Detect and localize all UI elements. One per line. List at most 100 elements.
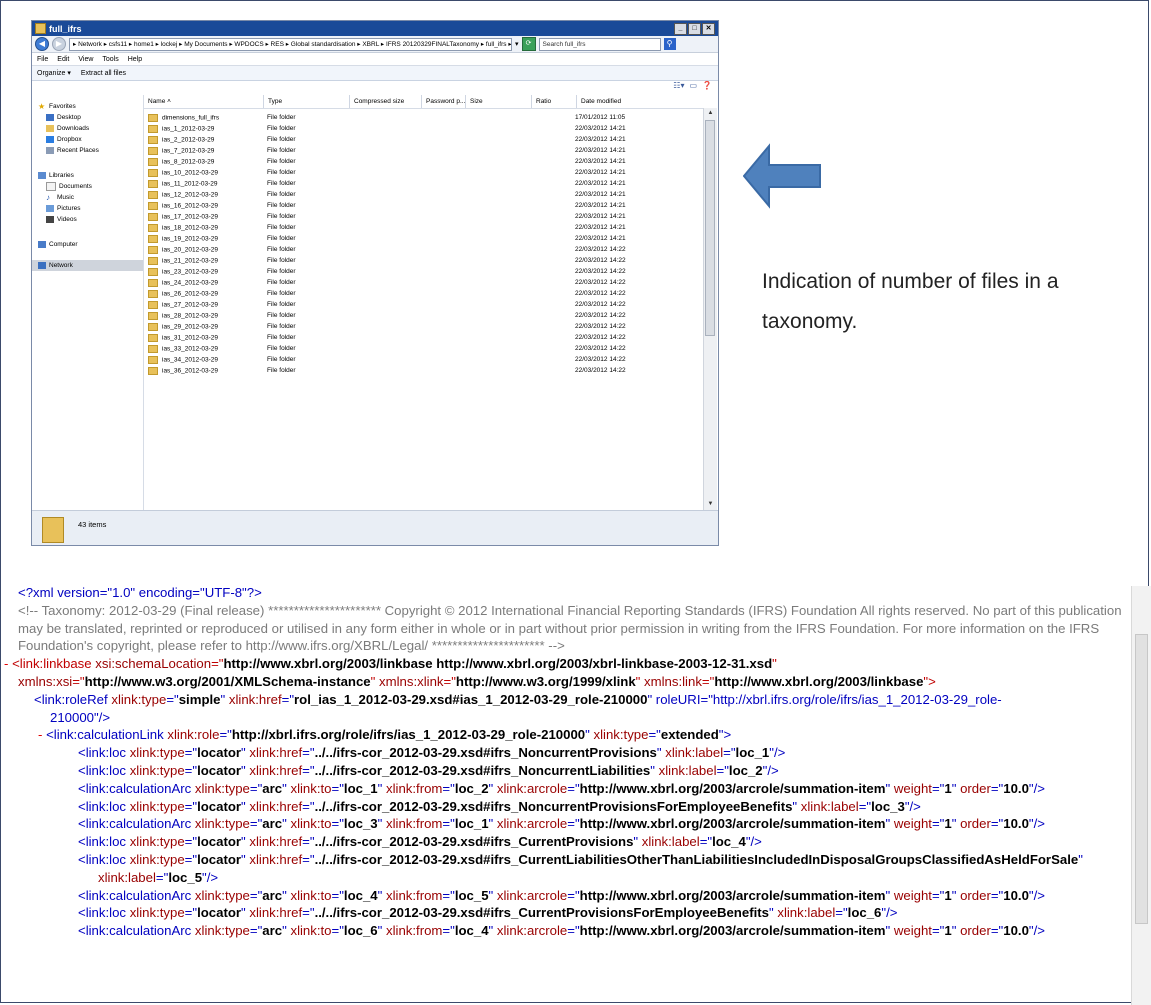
nav-libraries[interactable]: Libraries [32, 170, 143, 181]
file-name: ias_18_2012-03-29 [144, 223, 263, 232]
nav-dropbox[interactable]: Dropbox [32, 134, 143, 145]
file-row[interactable]: ias_23_2012-03-29 File folder 22/03/2012 1… [144, 266, 703, 277]
nav-network[interactable]: Network [32, 260, 143, 271]
file-row[interactable]: ias_2_2012-03-29 File folder 22/03/2012 14… [144, 134, 703, 145]
chevron-down-icon[interactable]: ▾ [515, 40, 519, 48]
file-row[interactable]: ias_12_2012-03-29 File folder 22/03/2012 1… [144, 189, 703, 200]
column-date-modified[interactable]: Date modified [577, 95, 661, 108]
column-ratio[interactable]: Ratio [532, 95, 577, 108]
file-date: 17/01/2012 11:05 [575, 114, 626, 121]
file-row[interactable]: ias_18_2012-03-29 File folder 22/03/2012 1… [144, 222, 703, 233]
file-name: ias_7_2012-03-29 [144, 146, 263, 155]
file-date: 22/03/2012 14:22 [575, 345, 626, 352]
file-row[interactable]: ias_21_2012-03-29 File folder 22/03/2012 1… [144, 255, 703, 266]
scroll-up-icon[interactable]: ▲ [704, 108, 717, 119]
scrollbar-thumb[interactable] [705, 120, 715, 336]
file-row[interactable]: ias_24_2012-03-29 File folder 22/03/2012 1… [144, 277, 703, 288]
column-name[interactable]: Name ˄ [144, 95, 264, 108]
vertical-scrollbar[interactable]: ▲ ▼ [703, 108, 717, 510]
file-row[interactable]: ias_33_2012-03-29 File folder 22/03/2012 1… [144, 343, 703, 354]
file-row[interactable]: ias_19_2012-03-29 File folder 22/03/2012 1… [144, 233, 703, 244]
file-row[interactable]: ias_17_2012-03-29 File folder 22/03/2012 1… [144, 211, 703, 222]
xml-scrollbar-thumb[interactable] [1135, 634, 1148, 924]
menu-file[interactable]: File [37, 56, 48, 63]
address-bar[interactable]: ▸ Network ▸ csfs11 ▸ home1 ▸ lockej ▸ My… [69, 37, 512, 51]
file-date: 22/03/2012 14:21 [575, 180, 626, 187]
nav-recent-places[interactable]: Recent Places [32, 145, 143, 156]
left-arrow-icon [743, 143, 821, 209]
file-row[interactable]: ias_29_2012-03-29 File folder 22/03/2012 1… [144, 321, 703, 332]
file-name: ias_17_2012-03-29 [144, 212, 263, 221]
star-icon: ★ [38, 102, 46, 111]
file-row[interactable]: ias_1_2012-03-29 File folder 22/03/2012 14… [144, 123, 703, 134]
xml-calculationlink[interactable]: - <link:calculationLink xlink:role="http… [4, 726, 1124, 744]
file-name: ias_8_2012-03-29 [144, 157, 263, 166]
annotation-text: Indication of number of files in a taxon… [762, 270, 1059, 333]
file-type: File folder [267, 367, 296, 374]
file-row[interactable]: ias_20_2012-03-29 File folder 22/03/2012 1… [144, 244, 703, 255]
file-row[interactable]: ias_10_2012-03-29 File folder 22/03/2012 1… [144, 167, 703, 178]
file-name: ias_27_2012-03-29 [144, 300, 263, 309]
scroll-down-icon[interactable]: ▼ [704, 499, 717, 510]
file-name: ias_19_2012-03-29 [144, 234, 263, 243]
nav-music[interactable]: ♪ Music [32, 192, 143, 203]
menu-help[interactable]: Help [128, 56, 142, 63]
view-options-icon[interactable]: ☷▾ [673, 81, 684, 90]
maximize-button[interactable]: □ [688, 23, 701, 35]
file-type: File folder [267, 136, 296, 143]
file-row[interactable]: ias_8_2012-03-29 File folder 22/03/2012 14… [144, 156, 703, 167]
nav-desktop[interactable]: Desktop [32, 112, 143, 123]
file-date: 22/03/2012 14:22 [575, 367, 626, 374]
xml-scrollbar[interactable] [1131, 586, 1151, 1005]
file-row[interactable]: ias_36_2012-03-29 File folder 22/03/2012 1… [144, 365, 703, 376]
preview-pane-icon[interactable]: ▭ [689, 81, 697, 90]
folder-icon [148, 267, 158, 276]
minimize-button[interactable]: _ [674, 23, 687, 35]
file-row[interactable]: ias_11_2012-03-29 File folder 22/03/2012 1… [144, 178, 703, 189]
xml-line: <link:calculationArc xlink:type="arc" xl… [78, 780, 1045, 796]
file-row[interactable]: ias_28_2012-03-29 File folder 22/03/2012 1… [144, 310, 703, 321]
column-password[interactable]: Password p... [422, 95, 466, 108]
nav-pictures[interactable]: Pictures [32, 203, 143, 214]
file-date: 22/03/2012 14:22 [575, 246, 626, 253]
nav-downloads[interactable]: Downloads [32, 123, 143, 134]
file-row[interactable]: ias_31_2012-03-29 File folder 22/03/2012 1… [144, 332, 703, 343]
computer-icon [38, 241, 46, 248]
file-row[interactable]: ias_7_2012-03-29 File folder 22/03/2012 14… [144, 145, 703, 156]
close-button[interactable]: ✕ [702, 23, 715, 35]
search-input[interactable]: Search full_ifrs [538, 37, 661, 51]
file-row[interactable]: ias_16_2012-03-29 File folder 22/03/2012 1… [144, 200, 703, 211]
column-size[interactable]: Size [466, 95, 532, 108]
nav-documents[interactable]: Documents [32, 181, 143, 192]
nav-computer[interactable]: Computer [32, 239, 143, 250]
menu-bar: File Edit View Tools Help [32, 53, 718, 66]
search-icon[interactable]: ⚲ [663, 38, 676, 50]
menu-view[interactable]: View [78, 56, 93, 63]
menu-edit[interactable]: Edit [57, 56, 69, 63]
column-type[interactable]: Type [264, 95, 350, 108]
music-icon: ♪ [46, 193, 50, 202]
file-row[interactable]: ias_34_2012-03-29 File folder 22/03/2012 1… [144, 354, 703, 365]
file-date: 22/03/2012 14:21 [575, 158, 626, 165]
folder-icon [148, 256, 158, 265]
nav-videos[interactable]: Videos [32, 214, 143, 225]
menu-tools[interactable]: Tools [102, 56, 118, 63]
file-row[interactable]: ias_26_2012-03-29 File folder 22/03/2012 1… [144, 288, 703, 299]
help-icon[interactable]: ❓ [702, 81, 712, 90]
file-date: 22/03/2012 14:21 [575, 136, 626, 143]
folder-icon [42, 517, 64, 543]
file-row[interactable]: ias_27_2012-03-29 File folder 22/03/2012 1… [144, 299, 703, 310]
extract-all-button[interactable]: Extract all files [81, 70, 126, 77]
file-date: 22/03/2012 14:22 [575, 290, 626, 297]
file-row[interactable]: dimensions_full_ifrs File folder 17/01/201… [144, 112, 703, 123]
column-compressed-size[interactable]: Compressed size [350, 95, 422, 108]
organize-button[interactable]: Organize ▾ [37, 69, 71, 77]
back-button[interactable]: ◀ [35, 37, 49, 51]
nav-favorites[interactable]: ★ Favorites [32, 101, 143, 112]
file-type: File folder [267, 323, 296, 330]
refresh-button[interactable]: ⟳ [521, 37, 536, 51]
forward-button[interactable]: ▶ [52, 37, 66, 51]
file-type: File folder [267, 191, 296, 198]
navigation-pane: ★ Favorites Desktop Downloads Dropbox Rec… [32, 95, 144, 510]
xml-linkbase-open[interactable]: - <link:linkbase xsi:schemaLocation="htt… [4, 655, 1124, 673]
